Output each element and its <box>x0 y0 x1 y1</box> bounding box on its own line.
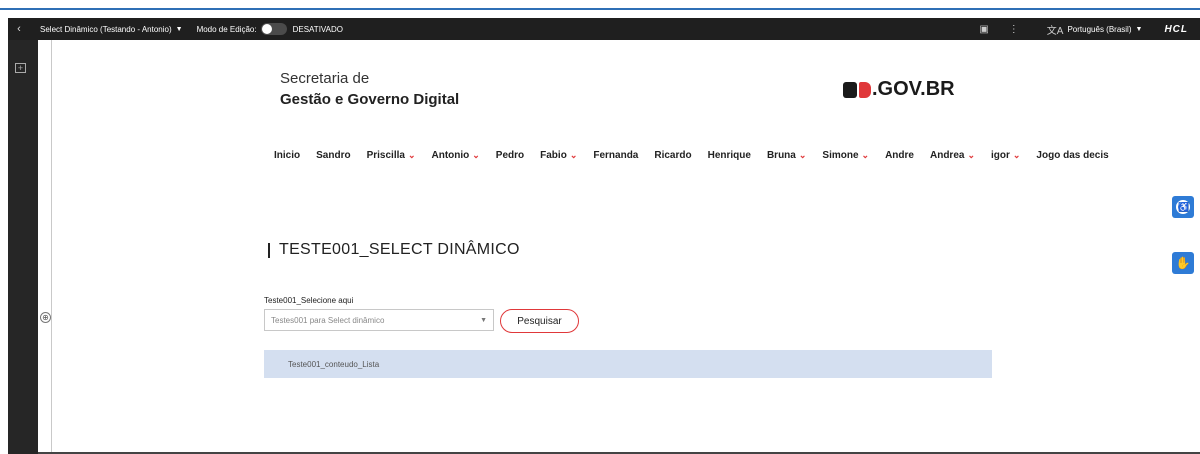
nav-item-priscilla[interactable]: Priscilla ⌄ <box>367 150 416 161</box>
toggle-knob <box>261 24 272 34</box>
language-label: Português (Brasil) <box>1067 24 1132 34</box>
org-name-line1: Secretaria de <box>280 70 370 87</box>
nav-item-sandro[interactable]: Sandro <box>316 150 350 161</box>
side-rail: + <box>8 40 38 454</box>
nav-item-andrea[interactable]: Andrea ⌄ <box>930 150 975 161</box>
result-list-item[interactable]: Teste001_conteudo_Lista <box>264 350 992 378</box>
accessibility-button[interactable]: ♿ <box>1172 196 1194 218</box>
sp-mark-block <box>843 81 857 98</box>
page-content: Secretaria de Gestão e Governo Digital .… <box>53 40 1200 454</box>
sp-gov-logo[interactable]: .GOV.BR <box>843 78 955 101</box>
page-selector-label: Select Dinâmico (Testando - Antonio) <box>40 24 172 34</box>
content-separator <box>38 40 52 454</box>
nav-item-henrique[interactable]: Henrique <box>708 150 751 161</box>
nav-item-simone[interactable]: Simone ⌄ <box>822 150 869 161</box>
nav-item-label: Andrea <box>929 150 965 161</box>
nav-item-label: Henrique <box>707 150 751 161</box>
nav-item-label: igor <box>990 150 1010 161</box>
nav-item-label: Fabio <box>540 150 567 161</box>
nav-item-label: Ricardo <box>654 150 692 161</box>
nav-item-ricardo[interactable]: Ricardo <box>654 150 691 161</box>
nav-item-label: Inicio <box>274 150 301 161</box>
nav-item-inicio[interactable]: Inicio <box>274 150 300 161</box>
caret-down-icon: ▼ <box>480 316 487 324</box>
nav-item-label: Sandro <box>316 150 351 161</box>
org-name-line2: Gestão e Governo Digital <box>280 91 460 108</box>
edit-mode-toggle[interactable] <box>260 23 287 35</box>
top-accent-bar <box>0 0 1200 10</box>
more-vertical-icon[interactable]: ⋮ <box>1009 24 1019 35</box>
left-bezel <box>0 10 8 454</box>
nav-item-label: Andre <box>885 150 914 161</box>
sp-mark-icon <box>843 81 871 98</box>
nav-item-label: Pedro <box>495 150 525 161</box>
nav-item-antonio[interactable]: Antonio ⌄ <box>431 150 479 161</box>
edit-toolbar: ‹ Select Dinâmico (Testando - Antonio) ▼… <box>8 18 1200 40</box>
chevron-left-icon[interactable]: ‹ <box>8 23 30 35</box>
accent-line <box>0 8 1200 10</box>
brand-logo: HCL <box>1164 23 1188 35</box>
translate-icon: 文A <box>1046 25 1064 37</box>
sp-mark-red <box>859 81 871 98</box>
dynamic-select[interactable]: Testes001 para Select dinâmico ▼ <box>264 309 494 331</box>
caret-down-icon: ▼ <box>1135 25 1143 33</box>
nav-item-bruna[interactable]: Bruna ⌄ <box>767 150 806 161</box>
chevron-down-icon: ⌄ <box>861 150 870 160</box>
page-title: TESTE001_SELECT DINÂMICO <box>279 241 520 258</box>
edit-mode-label: Modo de Edição: <box>196 24 257 34</box>
page-selector[interactable]: Select Dinâmico (Testando - Antonio) ▼ <box>40 25 183 34</box>
chevron-down-icon: ⌄ <box>967 150 975 160</box>
nav-item-label: Simone <box>822 150 859 161</box>
sign-language-icon: ✋ <box>1175 256 1191 270</box>
nav-item-label: Priscilla <box>366 150 405 161</box>
expand-panel-icon[interactable]: ⊕ <box>40 312 51 323</box>
main-nav: Inicio Sandro Priscilla ⌄ Antonio ⌄ Pedro Fabio… <box>274 150 1109 161</box>
chevron-down-icon: ⌄ <box>407 150 416 160</box>
sign-language-button[interactable]: ✋ <box>1172 252 1194 274</box>
nav-item-jogo-das-decis[interactable]: Jogo das decis <box>1036 150 1108 161</box>
panel-icon[interactable]: ▣ <box>979 24 988 35</box>
nav-item-andre[interactable]: Andre <box>885 150 914 161</box>
nav-item-label: Antonio <box>431 150 470 161</box>
accessibility-icon: ♿ <box>1176 200 1190 214</box>
nav-item-fabio[interactable]: Fabio ⌄ <box>540 150 577 161</box>
edit-mode-state: DESATIVADO <box>292 24 343 34</box>
title-accent-bar <box>268 243 270 258</box>
add-icon[interactable]: + <box>15 63 26 73</box>
search-button[interactable]: Pesquisar <box>500 309 579 333</box>
select-value: Testes001 para Select dinâmico <box>271 315 385 325</box>
select-label: Teste001_Selecione aqui <box>264 296 354 305</box>
language-selector[interactable]: 文A Português (Brasil) ▼ <box>1047 22 1143 37</box>
nav-item-label: Bruna <box>766 150 796 161</box>
toolbar-right: ▣ ⋮ 文A Português (Brasil) ▼ HCL <box>979 22 1200 37</box>
browser-frame: ‹ Select Dinâmico (Testando - Antonio) ▼… <box>0 0 1200 454</box>
caret-down-icon: ▼ <box>175 25 183 33</box>
nav-item-igor[interactable]: igor ⌄ <box>991 150 1020 161</box>
nav-item-label: Fernanda <box>593 150 639 161</box>
sp-logo-text: .GOV.BR <box>872 78 955 100</box>
nav-item-fernanda[interactable]: Fernanda <box>593 150 638 161</box>
chevron-down-icon: ⌄ <box>798 150 807 160</box>
chevron-down-icon: ⌄ <box>472 150 480 160</box>
result-text: Teste001_conteudo_Lista <box>288 360 380 369</box>
nav-item-label: Jogo das decis <box>1036 150 1109 161</box>
chevron-down-icon: ⌄ <box>1012 150 1021 160</box>
nav-item-pedro[interactable]: Pedro <box>496 150 524 161</box>
chevron-down-icon: ⌄ <box>569 150 578 160</box>
